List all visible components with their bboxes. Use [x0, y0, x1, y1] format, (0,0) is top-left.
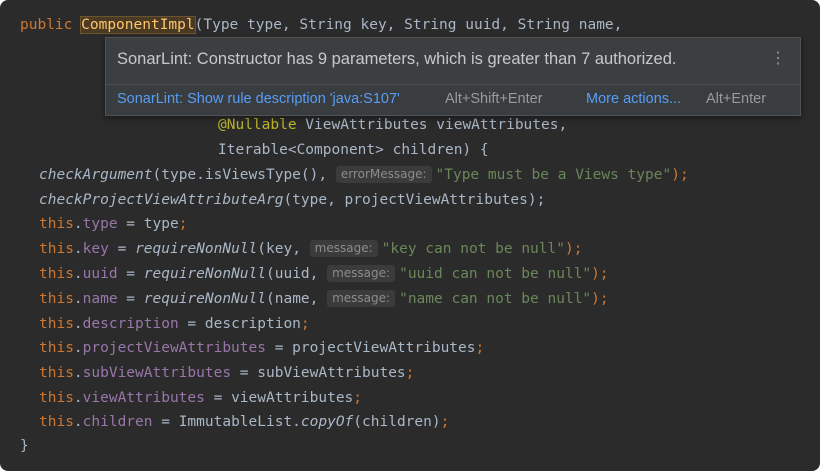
code-editor[interactable]: public ComponentImpl(Type type, String k…: [0, 0, 820, 471]
show-rule-shortcut: Alt+Shift+Enter: [445, 91, 543, 107]
code-line-assign-project-view-attributes[interactable]: this.projectViewAttributes = projectView…: [39, 336, 484, 360]
sonarlint-popup: SonarLint: Constructor has 9 parameters,…: [105, 37, 801, 116]
code-line-assign-key[interactable]: this.key = requireNonNull(key, message: "…: [39, 237, 582, 261]
more-actions-link[interactable]: More actions...: [586, 91, 681, 107]
popup-actions-bar: SonarLint: Show rule description 'java:S…: [106, 84, 800, 115]
code-line-assign-type[interactable]: this.type = type;: [39, 212, 187, 236]
code-line-assign-children[interactable]: this.children = ImmutableList.copyOf(chi…: [39, 410, 449, 434]
code-line-check-argument[interactable]: checkArgument(type.isViewsType(), errorM…: [39, 163, 689, 187]
parameter-hint: errorMessage:: [335, 166, 432, 183]
code-line-check-project-view[interactable]: checkProjectViewAttributeArg(type, proje…: [39, 188, 545, 212]
show-rule-description-link[interactable]: SonarLint: Show rule description 'java:S…: [117, 91, 400, 107]
code-line-children-param[interactable]: Iterable<Component> children) {: [218, 138, 489, 162]
more-options-icon[interactable]: ⋮: [770, 48, 786, 68]
more-actions-shortcut: Alt+Enter: [706, 91, 767, 107]
code-line-closing-brace[interactable]: }: [20, 434, 29, 458]
code-line-assign-uuid[interactable]: this.uuid = requireNonNull(uuid, message…: [39, 262, 609, 286]
parameter-hint: message:: [327, 265, 396, 282]
code-line-assign-sub-view-attributes[interactable]: this.subViewAttributes = subViewAttribut…: [39, 361, 414, 385]
code-line-assign-view-attributes[interactable]: this.viewAttributes = viewAttributes;: [39, 386, 362, 410]
code-line-view-attributes-param[interactable]: @Nullable ViewAttributes viewAttributes,: [218, 113, 567, 137]
code-line-constructor-signature[interactable]: public ComponentImpl(Type type, String k…: [20, 13, 622, 37]
constructor-name-highlight[interactable]: ComponentImpl: [80, 16, 196, 34]
code-line-assign-description[interactable]: this.description = description;: [39, 312, 310, 336]
parameter-hint: message:: [309, 240, 378, 257]
popup-message: SonarLint: Constructor has 9 parameters,…: [117, 50, 677, 68]
code-line-assign-name[interactable]: this.name = requireNonNull(name, message…: [39, 287, 609, 311]
parameter-hint: message:: [327, 290, 396, 307]
